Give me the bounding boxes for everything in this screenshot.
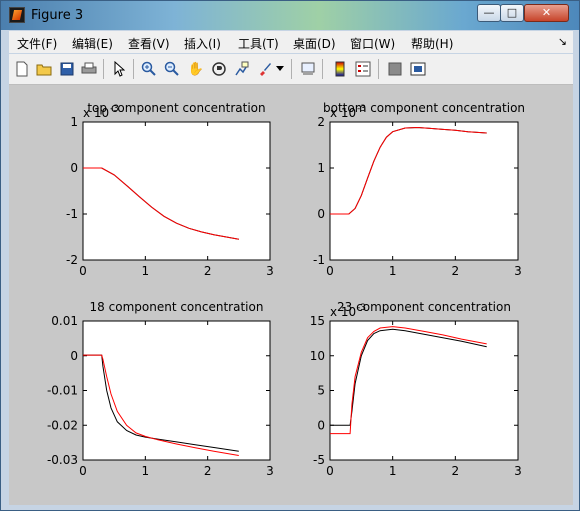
- menu-tools[interactable]: 工具(T): [238, 35, 279, 52]
- subplot-1: 0 1 2 3-2-101x 10 -3top component concentrat…: [66, 101, 274, 278]
- x-tick-label: 0: [79, 264, 87, 278]
- subplot-title: 23 component concentration: [337, 300, 511, 314]
- x-tick-label: 1: [142, 464, 150, 478]
- new-figure-icon[interactable]: [13, 60, 31, 78]
- menu-window[interactable]: 窗口(W): [350, 35, 395, 52]
- menu-file[interactable]: 文件(F): [17, 35, 57, 52]
- figure-canvas[interactable]: 0 1 2 3 -2 -1 0 1 x 10 -3 top component concentrat…: [9, 85, 573, 505]
- rotate-3d-icon[interactable]: [210, 60, 228, 78]
- pan-hand-icon[interactable]: ✋: [187, 60, 205, 78]
- x-tick-label: 1: [389, 264, 397, 278]
- minimize-button[interactable]: —: [477, 4, 501, 22]
- subplot-title: top component concentration: [87, 101, 265, 115]
- x-tick-label: 0: [326, 464, 334, 478]
- open-file-icon[interactable]: [35, 60, 53, 78]
- subplot-3: 0 1 2 3 -0.03 -0.02 -0.01 0 0.01 18 component con…: [47, 300, 274, 478]
- y-tick-label: -0.01: [47, 384, 78, 398]
- y-tick-label: 0: [70, 349, 78, 363]
- window-title: Figure 3: [31, 8, 84, 23]
- close-button[interactable]: ✕: [524, 4, 569, 22]
- x-tick-label: 3: [514, 264, 522, 278]
- brush-icon[interactable]: [256, 60, 274, 78]
- figure-toolbar: ✋: [9, 54, 573, 85]
- data-cursor-icon[interactable]: [233, 60, 251, 78]
- figure-window: Figure 3 — □ ✕ 文件(F) 编辑(E) 查看(V) 插入(I) 工…: [0, 0, 580, 511]
- axes-box: [329, 320, 519, 461]
- subplot-grid: 0 1 2 3-2-101x 10 -3top component concentrat…: [47, 101, 525, 478]
- y-tick-label: 15: [310, 314, 325, 328]
- x-tick-label: 3: [266, 264, 274, 278]
- menu-insert[interactable]: 插入(I): [184, 35, 221, 52]
- menu-desktop[interactable]: 桌面(D): [293, 35, 336, 52]
- menu-bar: 文件(F) 编辑(E) 查看(V) 插入(I) 工具(T) 桌面(D) 窗口(W…: [9, 31, 573, 53]
- y-tick-label: -1: [313, 253, 325, 267]
- x-tick-label: 3: [514, 464, 522, 478]
- toolbar-separator: [291, 59, 292, 79]
- toolbar-separator: [103, 59, 104, 79]
- menu-edit[interactable]: 编辑(E): [72, 35, 113, 52]
- y-tick-label: 10: [310, 349, 325, 363]
- matlab-icon: [9, 7, 25, 23]
- x-tick-label: 1: [142, 264, 150, 278]
- y-tick-label: 2: [317, 115, 325, 129]
- legend-icon[interactable]: [354, 60, 372, 78]
- y-tick-label: -2: [66, 253, 78, 267]
- subplot-title: 18 component concentration: [90, 300, 264, 314]
- show-plot-tools-icon[interactable]: [409, 60, 427, 78]
- y-tick-label: -1: [66, 207, 78, 221]
- dock-arrow-icon[interactable]: ↘: [558, 35, 567, 48]
- toolbar-separator: [322, 59, 323, 79]
- x-tick-label: 0: [326, 264, 334, 278]
- subplot-2: 0 1 2 3-1012x 10 -3bottom component concentr…: [313, 101, 525, 278]
- x-tick-label: 2: [452, 264, 460, 278]
- y-tick-label: 5: [317, 384, 325, 398]
- y-tick-label: 0: [317, 418, 325, 432]
- axes-box: [329, 121, 519, 261]
- y-tick-label: 1: [317, 161, 325, 175]
- menu-view[interactable]: 查看(V): [128, 35, 170, 52]
- x-tick-label: 2: [452, 464, 460, 478]
- x-tick-label: 0: [79, 464, 87, 478]
- menu-help[interactable]: 帮助(H): [411, 35, 453, 52]
- save-icon[interactable]: [58, 60, 76, 78]
- x-tick-label: 3: [266, 464, 274, 478]
- title-bar[interactable]: Figure 3 — □ ✕: [1, 1, 579, 30]
- print-icon[interactable]: [80, 60, 98, 78]
- zoom-in-icon[interactable]: [140, 60, 158, 78]
- hide-plot-tools-icon[interactable]: [386, 60, 404, 78]
- colorbar-icon[interactable]: [331, 60, 349, 78]
- brush-dropdown-icon[interactable]: [275, 60, 285, 78]
- y-tick-label: -5: [313, 453, 325, 467]
- x-tick-label: 2: [204, 464, 212, 478]
- y-tick-label: 0.01: [51, 314, 78, 328]
- y-tick-label: -0.03: [47, 453, 78, 467]
- pointer-icon[interactable]: [110, 60, 128, 78]
- subplot-title: bottom component concentration: [323, 101, 525, 115]
- toolbar-separator: [378, 59, 379, 79]
- x-tick-label: 1: [389, 464, 397, 478]
- axes-box: [82, 121, 271, 261]
- zoom-out-icon[interactable]: [163, 60, 181, 78]
- axes-box: [82, 320, 271, 461]
- x-tick-label: 2: [204, 264, 212, 278]
- toolbar-separator: [133, 59, 134, 79]
- subplot-4: 0 1 2 3-5051015x 10 -323 component concentra…: [310, 300, 522, 478]
- y-tick-label: 0: [317, 207, 325, 221]
- y-tick-label: 1: [70, 115, 78, 129]
- link-plot-icon[interactable]: [299, 60, 317, 78]
- y-tick-label: -0.02: [47, 418, 78, 432]
- y-tick-label: 0: [70, 161, 78, 175]
- maximize-button[interactable]: □: [500, 4, 524, 22]
